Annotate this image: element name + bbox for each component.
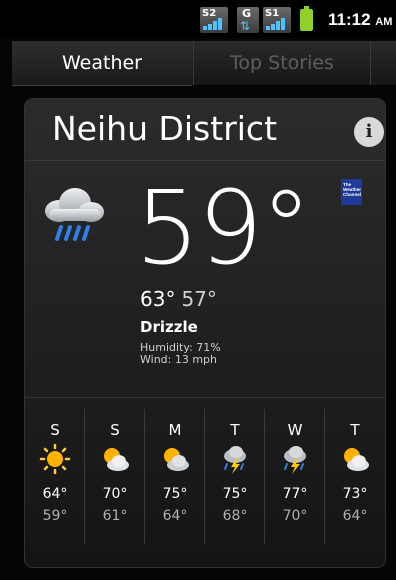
thunderstorm-icon [284,446,306,474]
forecast-day[interactable]: T 73° 64° [325,409,385,549]
clock: 11:12 AM [328,10,392,30]
current-temperature: 59° [135,169,312,288]
clock-time: 11:12 [328,10,371,29]
weather-channel-logo[interactable]: The Weather Channel [341,179,362,205]
weather-card: Neihu District i 59° The Weather Channel 6… [25,99,385,567]
status-bar: S2 G ⇅ S1 11:12 AM [0,0,396,38]
low-temp: 57° [181,287,217,311]
day-high: 64° [42,486,68,502]
day-high: 75° [162,486,188,502]
forecast-day[interactable]: W 77° 70° [265,409,325,549]
sim1-signal-icon: S1 [263,7,291,33]
day-label: T [230,421,240,439]
day-low: 64° [162,508,188,524]
forecast-day[interactable]: M 75° 64° [145,409,205,549]
day-high: 73° [342,486,368,502]
tab-bar: Weather Top Stories [12,41,396,86]
day-label: S [110,421,120,439]
partly-cloudy-icon [164,448,189,471]
clock-ampm: AM [375,16,393,28]
rain-cloud-icon [45,188,104,241]
day-label: M [168,421,182,439]
forecast-day[interactable]: T 75° 68° [205,409,265,549]
day-low: 68° [222,508,248,524]
tab-top-stories[interactable]: Top Stories [193,41,371,85]
day-high: 77° [282,486,308,502]
day-high: 75° [222,486,248,502]
data-transfer-icon: G ⇅ [237,7,259,33]
condition: Drizzle [140,318,198,336]
high-temp: 63° [140,287,176,311]
day-label: S [50,421,60,439]
divider [25,397,385,398]
day-label: W [287,421,303,439]
forecast-day[interactable]: S 64° 59° [25,409,85,549]
battery-icon [300,6,313,31]
wind: Wind: 13 mph [140,353,218,366]
info-icon[interactable]: i [354,117,384,147]
day-low: 59° [42,508,68,524]
city-name: Neihu District [52,109,278,148]
day-low: 61° [102,508,128,524]
partly-cloudy-icon [344,448,369,471]
day-low: 70° [282,508,308,524]
tab-weather[interactable]: Weather [12,41,192,86]
partly-cloudy-icon [104,448,129,471]
forecast-row: S 64° 59° S 70° 61° M 75° 64° T 75° 68° … [25,409,385,549]
high-low: 63° 57° [140,287,217,311]
forecast-day[interactable]: S 70° 61° [85,409,145,549]
sunny-icon [39,443,71,475]
day-label: T [350,421,360,439]
thunderstorm-icon [224,446,246,474]
day-high: 70° [102,486,128,502]
sim2-signal-icon: S2 [200,7,228,33]
day-low: 64° [342,508,368,524]
